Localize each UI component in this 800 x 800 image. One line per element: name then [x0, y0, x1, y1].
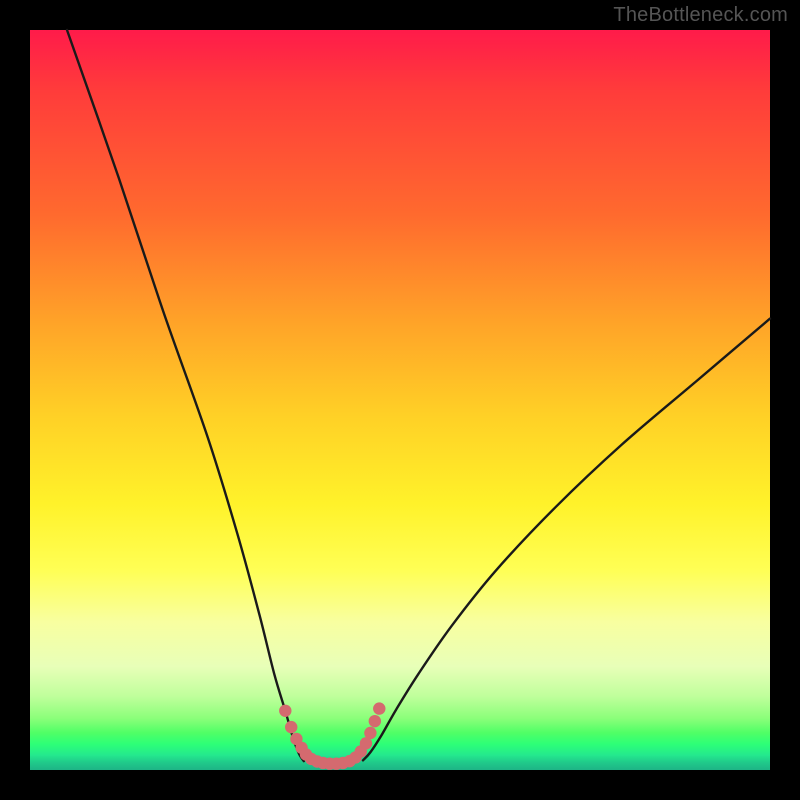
valley-marker-dot	[279, 705, 291, 717]
plot-area	[30, 30, 770, 770]
valley-marker-dot	[364, 727, 376, 739]
watermark-text: TheBottleneck.com	[613, 4, 788, 27]
left-curve	[67, 30, 304, 761]
curve-layer	[30, 30, 770, 770]
valley-markers	[279, 702, 385, 770]
valley-marker-dot	[285, 721, 297, 733]
right-curve	[363, 319, 770, 761]
valley-marker-dot	[369, 715, 381, 727]
chart-frame: TheBottleneck.com	[0, 0, 800, 800]
valley-marker-dot	[373, 702, 385, 714]
